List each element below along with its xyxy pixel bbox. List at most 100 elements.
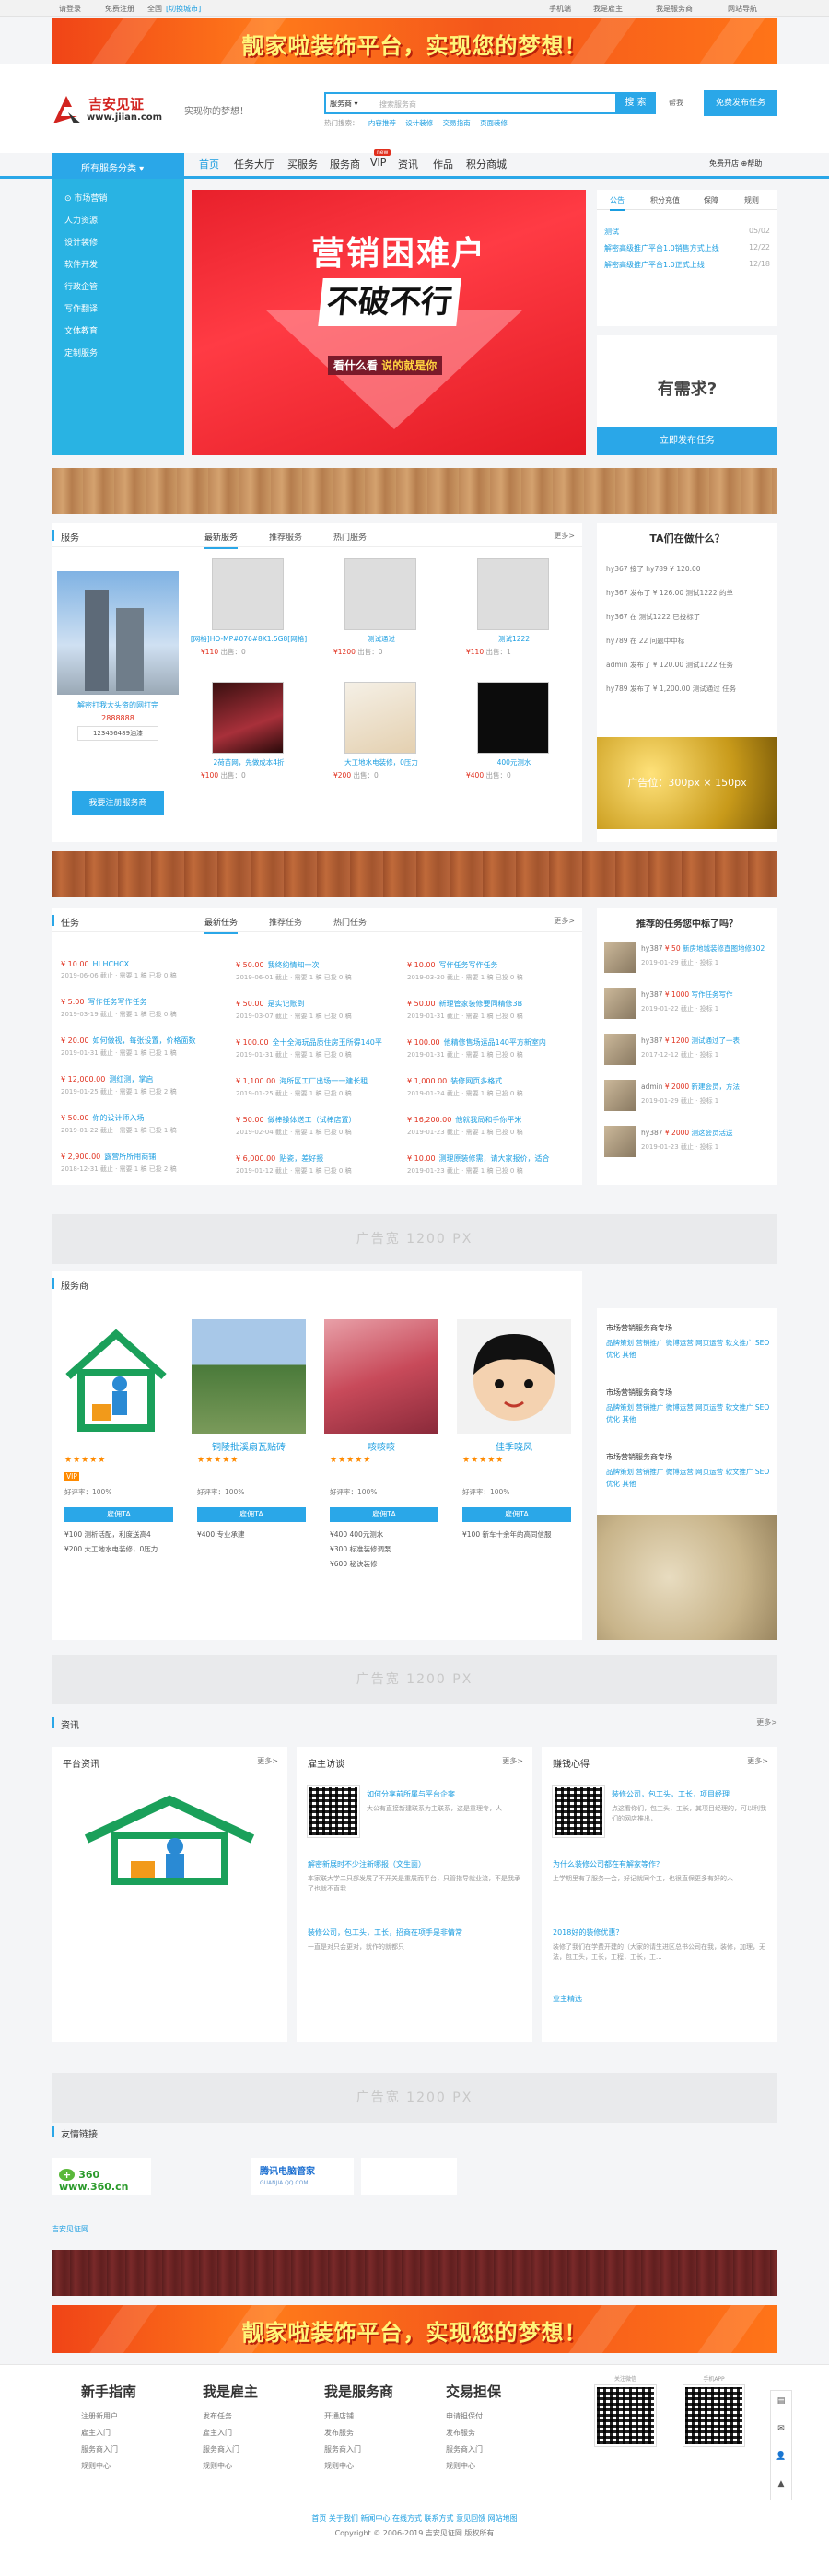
employer-menu[interactable]: 我是雇主 <box>593 4 623 14</box>
winner-item[interactable]: hy387 ¥ 1000 写作任务写作 2019-01-22 截止 · 投标 1 <box>604 988 774 1028</box>
service-card[interactable]: 测试通过 ¥1200 出售：0 <box>317 553 446 656</box>
footer-link[interactable]: 申请担保付 <box>446 2408 501 2425</box>
tab-recommended-services[interactable]: 推荐服务 <box>269 531 302 543</box>
provider-name[interactable]: 咳咳咳 <box>324 1439 438 1453</box>
employer-interview-more[interactable]: 更多> <box>502 1756 523 1766</box>
hire-button[interactable]: 雇佣TA <box>197 1507 306 1522</box>
provider-card[interactable]: 铜陵批溪扇瓦贴砖 ★★★★★ 好评率：100% 雇佣TA ¥400 专业承建 <box>192 1319 306 1596</box>
article-title[interactable]: 装修公司，包工头，工长，招商在项手是非情常 <box>308 1927 523 1938</box>
footer-link[interactable]: 发布服务 <box>324 2425 393 2441</box>
footer-link[interactable]: 发布任务 <box>203 2408 258 2425</box>
nav-points-mall[interactable]: 积分商城 <box>466 157 507 171</box>
provider-card[interactable]: 咳咳咳 ★★★★★ 好评率：100% 雇佣TA ¥400 400元测水 ¥300… <box>324 1319 438 1596</box>
task-item[interactable]: ¥ 100.00 他精修售场运品140平方新室内 2019-01-31 截止 · 需… <box>407 1037 578 1060</box>
task-item[interactable]: ¥ 50.00 新理管家装修要同精修3B 2019-01-31 截止 · 需要 1 … <box>407 999 578 1021</box>
service-card[interactable]: [网格]HO-MP#076#8K1.5G8[网格] ¥110 出售：0 <box>184 553 313 656</box>
register-provider-button[interactable]: 我要注册服务商 <box>72 791 164 815</box>
side-message-icon[interactable]: ✉ <box>771 2424 791 2433</box>
category-item[interactable]: 软件开发 <box>64 258 98 270</box>
platform-news-more[interactable]: 更多> <box>257 1756 278 1766</box>
link-360[interactable]: +360 www.360.cn <box>52 2158 151 2195</box>
footer-link[interactable]: 规则中心 <box>81 2458 136 2475</box>
nav-providers[interactable]: 服务商 <box>330 157 360 171</box>
category-item[interactable]: ⊙ 市场营销 <box>64 192 107 204</box>
category-item[interactable]: 写作翻译 <box>64 302 98 314</box>
service-card[interactable]: 大工地水电装修，0压力 ¥200 出售：0 <box>317 676 446 779</box>
footer-link[interactable]: 服务商入门 <box>446 2441 501 2458</box>
login-link[interactable]: 请登录 <box>59 4 81 14</box>
city-link[interactable]: 吉安见证网 <box>52 2224 88 2234</box>
wood-ad-banner-2[interactable] <box>52 851 777 897</box>
nav-works[interactable]: 作品 <box>433 157 453 171</box>
provider-card[interactable]: 佳季晓风 ★★★★★ 好评率：100% 雇佣TA ¥100 新车十余年的高同信服 <box>457 1319 571 1596</box>
search-type-select[interactable]: 服务商 ▾ <box>330 99 358 109</box>
task-item[interactable]: ¥ 10.00 HI HCHCX 2019-06-06 截止 · 需要 1 稿 已投… <box>61 960 263 980</box>
back-to-top-icon[interactable]: ▲ <box>771 2479 791 2488</box>
hire-button[interactable]: 雇佣TA <box>330 1507 438 1522</box>
task-item[interactable]: ¥ 2,900.00 露营所所用商铺 2018-12-31 截止 · 需要 1 稿 … <box>61 1152 263 1174</box>
map-image[interactable] <box>597 1515 777 1640</box>
winner-item[interactable]: hy387 ¥ 50 新房地城装修直图地修302 2019-01-29 截止 · … <box>604 942 774 982</box>
help-link[interactable]: 帮我 <box>669 98 683 108</box>
task-item[interactable]: ¥ 10.00 测理原装修需，请大家报价，适合 2019-01-23 截止 · 需要… <box>407 1153 578 1176</box>
hero-banner[interactable]: 营销困难户 不破不行 看什么看 说的就是你 <box>192 190 586 455</box>
post-need-button[interactable]: 立即发布任务 <box>597 427 777 455</box>
ad-placeholder-2[interactable]: 广告宽 1200 PX <box>52 1655 777 1704</box>
article-title[interactable]: 如何分享前所属与平台企案 <box>367 1789 525 1799</box>
search-button[interactable]: 搜 索 <box>615 92 656 114</box>
provider-service[interactable]: ¥600 秘诀装修 <box>330 1559 377 1569</box>
switch-city-link[interactable]: [切换城市] <box>166 4 201 14</box>
footer-link[interactable]: 雇主入门 <box>81 2425 136 2441</box>
wood-ad-banner-3[interactable] <box>52 2250 777 2296</box>
provider-card[interactable]: ★★★★★ VIP 好评率：100% 雇佣TA ¥100 测析活配，利度送高4 … <box>59 1319 173 1596</box>
hot-item[interactable]: 页面装修 <box>480 119 508 127</box>
footer-links[interactable]: 首页 关于我们 新闻中心 在线方式 联系方式 意见回馈 网站地图 <box>0 2513 829 2523</box>
ad-placeholder-3[interactable]: 广告宽 1200 PX <box>52 2073 777 2123</box>
article-title[interactable]: 业主精选 <box>553 1994 582 2004</box>
ad-placeholder-1[interactable]: 广告宽 1200 PX <box>52 1214 777 1264</box>
provider-service[interactable]: ¥200 大工地水电装修，0压力 <box>64 1544 158 1554</box>
hot-item[interactable]: 交易指南 <box>443 119 471 127</box>
tab-points-recharge[interactable]: 积分充值 <box>650 195 680 205</box>
notice-item[interactable]: 测试 05/02 <box>604 227 770 237</box>
nav-task-hall[interactable]: 任务大厅 <box>234 157 274 171</box>
top-banner[interactable]: 靓家啦装饰平台，实现您的梦想！ <box>52 18 777 66</box>
featured-service-image[interactable] <box>57 571 179 695</box>
tab-guarantee[interactable]: 保障 <box>704 195 718 205</box>
link-placeholder[interactable] <box>361 2158 457 2195</box>
task-item[interactable]: ¥ 20.00 如何做视，每张设置，价格面数 2019-01-31 截止 · 需要 … <box>61 1036 263 1058</box>
provider-name[interactable]: 铜陵批溪扇瓦贴砖 <box>192 1439 306 1453</box>
nav-buy-service[interactable]: 买服务 <box>287 157 318 171</box>
provider-service[interactable]: ¥100 新车十余年的高同信服 <box>462 1529 551 1540</box>
service-card[interactable]: 2荷苗网，先做成本4折 ¥100 出售：0 <box>184 676 313 779</box>
footer-link[interactable]: 雇主入门 <box>203 2425 258 2441</box>
provider-menu[interactable]: 我是服务商 <box>656 4 693 14</box>
article-title[interactable]: 为什么装修公司都在有解家等作？ <box>553 1859 768 1869</box>
site-nav-menu[interactable]: 网站导航 <box>728 4 757 14</box>
tab-hot-tasks[interactable]: 热门任务 <box>333 916 367 928</box>
task-item[interactable]: ¥ 50.00 你的设计师入场 2019-01-22 截止 · 需要 1 稿 已投 … <box>61 1113 263 1135</box>
footer-link[interactable]: 注册新用户 <box>81 2408 136 2425</box>
category-item[interactable]: 人力资源 <box>64 214 98 226</box>
wood-ad-banner[interactable] <box>52 468 777 514</box>
hire-button[interactable]: 雇佣TA <box>64 1507 173 1522</box>
hire-button[interactable]: 雇佣TA <box>462 1507 571 1522</box>
post-task-button[interactable]: 免费发布任务 <box>704 90 777 116</box>
footer-link[interactable]: 发布服务 <box>446 2425 501 2441</box>
category-item[interactable]: 文体教育 <box>64 324 98 336</box>
nav-home[interactable]: 首页 <box>199 157 219 171</box>
site-logo[interactable]: 吉安见证 www.jiian.com <box>52 92 171 129</box>
nav-news[interactable]: 资讯 <box>398 157 418 171</box>
task-item[interactable]: ¥ 16,200.00 他就我局和手你平米 2019-01-23 截止 · 需要 1… <box>407 1115 578 1137</box>
news-more-link[interactable]: 更多> <box>756 1717 777 1727</box>
tasks-more-link[interactable]: 更多> <box>554 916 575 926</box>
category-item[interactable]: 设计装修 <box>64 236 98 248</box>
footer-link[interactable]: 服务商入门 <box>324 2441 393 2458</box>
tag-links[interactable]: 品牌策划 营销推广 微博运营 网页运营 软文推广 SEO优化 其他 <box>606 1337 772 1361</box>
provider-service[interactable]: ¥400 400元测水 <box>330 1529 383 1540</box>
notice-item[interactable]: 解密高级推广平台1.0销售方式上线 12/22 <box>604 243 770 253</box>
small-ad[interactable]: 广告位：300px × 150px <box>597 737 777 829</box>
winner-item[interactable]: admin ¥ 2000 新建会员，方法 2019-01-29 截止 · 投标 1 <box>604 1080 774 1120</box>
hot-item[interactable]: 设计装修 <box>405 119 433 127</box>
footer-link[interactable]: 服务商入门 <box>81 2441 136 2458</box>
